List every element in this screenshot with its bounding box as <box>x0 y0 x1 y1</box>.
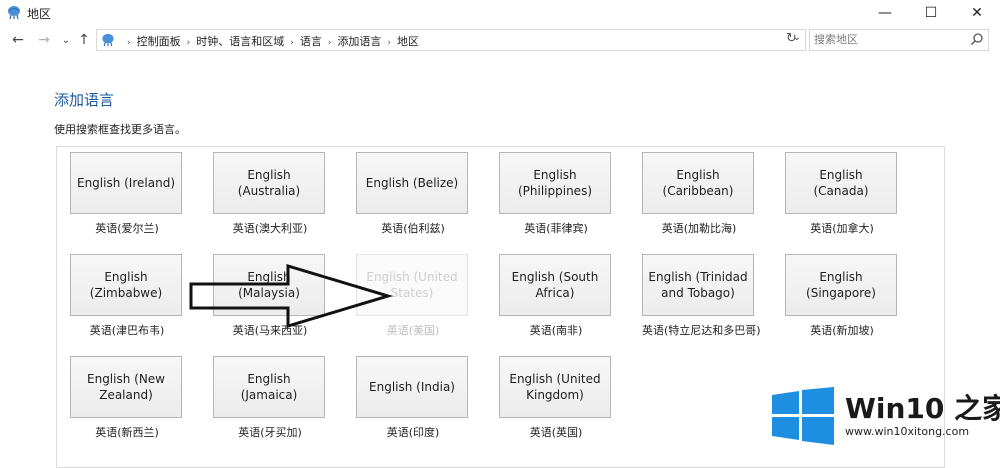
breadcrumb-add-language[interactable]: 添加语言 <box>337 35 381 48</box>
language-tile[interactable]: English (Trinidad and Tobago) <box>642 254 754 316</box>
search-input[interactable] <box>814 32 964 47</box>
close-icon: ✕ <box>971 5 983 21</box>
language-label: 英语(加勒比海) <box>661 222 737 235</box>
watermark: Win10 之家 www.win10xitong.com <box>770 387 1000 449</box>
language-label: 英语(特立尼达和多巴哥) <box>642 324 761 337</box>
search-box[interactable] <box>809 29 989 51</box>
breadcrumb-region[interactable]: 地区 <box>397 35 419 48</box>
close-button[interactable]: ✕ <box>954 0 1000 26</box>
language-tile[interactable]: English (United Kingdom) <box>499 356 611 418</box>
language-label: 英语(加拿大) <box>810 222 874 235</box>
language-label: 英语(牙买加) <box>238 426 302 439</box>
refresh-icon[interactable]: ↻ <box>786 31 797 46</box>
language-item-canada[interactable]: English (Canada) 英语(加拿大) <box>785 152 899 236</box>
language-label: 英语(爱尔兰) <box>95 222 159 235</box>
language-item-singapore[interactable]: English (Singapore) 英语(新加坡) <box>785 254 899 338</box>
language-tile[interactable]: English (Singapore) <box>785 254 897 316</box>
page-hint: 使用搜索框查找更多语言。 <box>54 123 186 136</box>
language-label: 英语(印度) <box>386 426 440 439</box>
up-button[interactable]: ↑ <box>74 30 94 50</box>
windows-logo-icon <box>772 387 834 445</box>
language-item-australia[interactable]: English (Australia) 英语(澳大利亚) <box>213 152 327 236</box>
language-item-belize[interactable]: English (Belize) 英语(伯利兹) <box>356 152 470 236</box>
minimize-icon: — <box>878 5 892 21</box>
back-arrow-icon: ← <box>12 32 24 48</box>
language-tile[interactable]: English (South Africa) <box>499 254 611 316</box>
language-tile[interactable]: English (New Zealand) <box>70 356 182 418</box>
globe-icon <box>8 6 20 20</box>
language-tile[interactable]: English (Jamaica) <box>213 356 325 418</box>
language-item-new-zealand[interactable]: English (New Zealand) 英语(新西兰) <box>70 356 184 440</box>
language-label: 英语(津巴布韦) <box>89 324 165 337</box>
language-label: 英语(菲律宾) <box>524 222 588 235</box>
back-button[interactable]: ← <box>8 30 28 50</box>
annotation-arrow-icon <box>189 263 394 329</box>
language-label: 英语(南非) <box>529 324 583 337</box>
language-item-jamaica[interactable]: English (Jamaica) 英语(牙买加) <box>213 356 327 440</box>
language-label: 英语(新西兰) <box>95 426 159 439</box>
maximize-button[interactable]: ☐ <box>908 0 954 26</box>
title-bar: 地区 — ☐ ✕ <box>0 0 1000 26</box>
page-title: 添加语言 <box>54 91 115 109</box>
language-tile[interactable]: English (Caribbean) <box>642 152 754 214</box>
breadcrumb-separator: › <box>290 38 294 48</box>
language-tile[interactable]: English (Canada) <box>785 152 897 214</box>
language-tile[interactable]: English (Australia) <box>213 152 325 214</box>
forward-button[interactable]: → <box>34 30 54 50</box>
language-label: 英语(英国) <box>529 426 583 439</box>
language-tile[interactable]: English (India) <box>356 356 468 418</box>
window-title: 地区 <box>27 7 52 21</box>
breadcrumb-clock-language-region[interactable]: 时钟、语言和区域 <box>196 35 284 48</box>
search-icon[interactable] <box>970 32 984 46</box>
language-label: 英语(澳大利亚) <box>232 222 308 235</box>
language-tile[interactable]: English (Ireland) <box>70 152 182 214</box>
language-item-zimbabwe[interactable]: English (Zimbabwe) 英语(津巴布韦) <box>70 254 184 338</box>
language-tile[interactable]: English (Zimbabwe) <box>70 254 182 316</box>
breadcrumb-separator: › <box>127 38 131 48</box>
language-item-united-kingdom[interactable]: English (United Kingdom) 英语(英国) <box>499 356 613 440</box>
breadcrumb-separator: › <box>186 38 191 48</box>
recent-locations-button[interactable]: ⌄ <box>56 30 76 50</box>
address-bar[interactable]: › 控制面板 › 时钟、语言和区域 › 语言 › 添加语言 › 地区 ⌄ <box>96 29 806 51</box>
watermark-title: Win10 之家 <box>845 392 1000 425</box>
language-item-philippines[interactable]: English (Philippines) 英语(菲律宾) <box>499 152 613 236</box>
up-arrow-icon: ↑ <box>78 32 90 48</box>
breadcrumb-control-panel[interactable]: 控制面板 <box>137 35 181 48</box>
minimize-button[interactable]: — <box>862 0 908 26</box>
breadcrumb-separator: › <box>327 38 332 48</box>
forward-arrow-icon: → <box>38 32 50 48</box>
breadcrumb-language[interactable]: 语言 <box>300 35 322 48</box>
watermark-url: www.win10xitong.com <box>845 425 970 438</box>
language-label: 英语(伯利兹) <box>381 222 445 235</box>
navigation-bar: ← → ⌄ ↑ › 控制面板 › 时钟、语言和区域 › 语言 › 添加语言 › 地区 ⌄ ↻ <box>0 28 1000 52</box>
language-item-india[interactable]: English (India) 英语(印度) <box>356 356 470 440</box>
language-item-caribbean[interactable]: English (Caribbean) 英语(加勒比海) <box>642 152 756 236</box>
language-item-trinidad-tobago[interactable]: English (Trinidad and Tobago) 英语(特立尼达和多巴… <box>642 254 761 338</box>
language-tile[interactable]: English (Belize) <box>356 152 468 214</box>
language-item-ireland[interactable]: English (Ireland) 英语(爱尔兰) <box>70 152 184 236</box>
language-item-south-africa[interactable]: English (South Africa) 英语(南非) <box>499 254 613 338</box>
chevron-down-icon: ⌄ <box>61 34 71 46</box>
language-tile[interactable]: English (Philippines) <box>499 152 611 214</box>
language-label: 英语(新加坡) <box>810 324 874 337</box>
breadcrumb: › 控制面板 › 时钟、语言和区域 › 语言 › 添加语言 › 地区 <box>121 33 419 49</box>
breadcrumb-separator: › <box>387 38 392 48</box>
maximize-icon: ☐ <box>924 5 938 21</box>
control-panel-icon <box>102 33 114 47</box>
